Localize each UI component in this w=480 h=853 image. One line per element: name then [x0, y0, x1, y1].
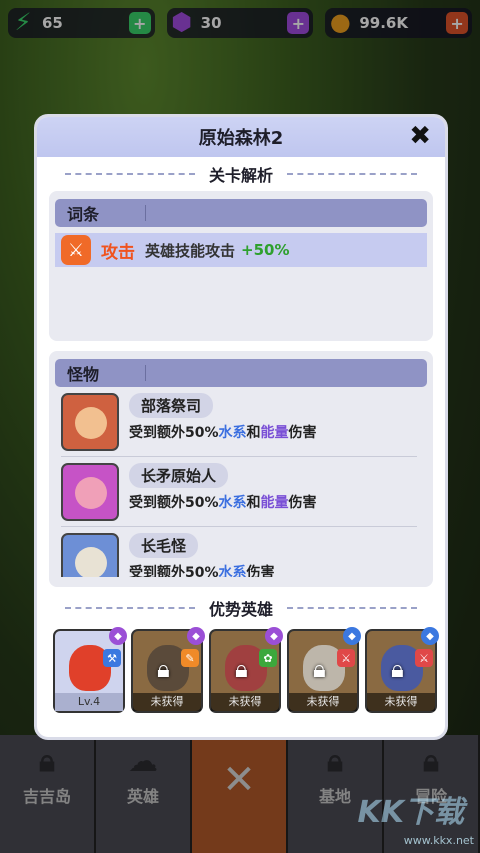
- level-info-dialog: 原始森林2 ✖ 关卡解析 词条 ⚔ 攻击 英雄技能攻击 +50% 怪物 部落祭司…: [34, 114, 448, 740]
- monster-name: 长矛原始人: [129, 463, 229, 488]
- perks-header: 词条: [55, 199, 427, 227]
- monster-portrait: [61, 393, 119, 451]
- hero-status: 未获得: [211, 693, 279, 711]
- list-item: 长矛原始人 受到额外50%水系和能量伤害: [61, 457, 417, 527]
- monster-name: 部落祭司: [129, 393, 214, 418]
- dialog-header: 原始森林2 ✖: [37, 117, 445, 157]
- hero-cards: ◆ ⚒ Lv.4 ◆ ✎ 🔒︎ 未获得 ◆ ✿ 🔒︎ 未获得 ◆ ⚔ 🔒︎ 未获…: [37, 625, 445, 713]
- list-item: 部落祭司 受到额外50%水系和能量伤害: [61, 387, 417, 457]
- perk-name: 攻击: [101, 242, 135, 263]
- hammer-icon: ⚒: [103, 649, 121, 667]
- monsters-panel: 怪物 部落祭司 受到额外50%水系和能量伤害 长矛原始人 受到额外50%水系和能…: [49, 351, 433, 587]
- hero-level: Lv.4: [55, 693, 123, 711]
- perks-header-label: 词条: [67, 205, 100, 224]
- monster-portrait: [61, 463, 119, 521]
- element-badge-icon: ◆: [109, 627, 127, 645]
- hero-status: 未获得: [289, 693, 357, 711]
- monsters-header-label: 怪物: [67, 365, 100, 384]
- hero-card[interactable]: ◆ ⚔ 🔒︎ 未获得: [287, 627, 361, 713]
- perks-panel: 词条 ⚔ 攻击 英雄技能攻击 +50%: [49, 191, 433, 341]
- divider: [64, 173, 195, 175]
- hero-status: 未获得: [367, 693, 435, 711]
- sword-icon: ⚔: [61, 235, 91, 265]
- role-icon: ✎: [181, 649, 199, 667]
- monster-desc: 受到额外50%水系伤害: [129, 565, 275, 577]
- perk-desc: 英雄技能攻击: [145, 241, 236, 260]
- advantage-heroes-label: 优势英雄: [208, 600, 273, 619]
- perk-row: ⚔ 攻击 英雄技能攻击 +50%: [55, 233, 427, 267]
- list-item: 长毛怪 受到额外50%水系伤害: [61, 527, 417, 577]
- divider: [64, 607, 195, 609]
- hero-status: 未获得: [133, 693, 201, 711]
- level-analysis-heading: 关卡解析: [37, 157, 445, 191]
- lock-icon: 🔒︎: [391, 655, 404, 683]
- hero-card[interactable]: ◆ ⚒ Lv.4: [53, 627, 127, 713]
- paw-icon: ✿: [259, 649, 277, 667]
- watermark-url: www.kkx.net: [403, 834, 474, 847]
- level-analysis-label: 关卡解析: [208, 166, 273, 185]
- monster-desc: 受到额外50%水系和能量伤害: [129, 495, 317, 511]
- divider: [287, 173, 417, 175]
- monster-list[interactable]: 部落祭司 受到额外50%水系和能量伤害 长矛原始人 受到额外50%水系和能量伤害: [55, 387, 427, 577]
- lock-icon: 🔒︎: [235, 655, 248, 683]
- element-badge-icon: ◆: [187, 627, 205, 645]
- lock-icon: 🔒︎: [157, 655, 170, 683]
- monster-portrait: [61, 533, 119, 577]
- element-badge-icon: ◆: [421, 627, 439, 645]
- lock-icon: 🔒︎: [313, 655, 326, 683]
- hero-card[interactable]: ◆ ✎ 🔒︎ 未获得: [131, 627, 205, 713]
- monster-desc: 受到额外50%水系和能量伤害: [129, 425, 317, 441]
- hero-card[interactable]: ◆ ⚔ 🔒︎ 未获得: [365, 627, 439, 713]
- watermark-logo: KK下载: [357, 795, 465, 830]
- sword-icon: ⚔: [337, 649, 355, 667]
- dialog-title: 原始森林2: [198, 128, 284, 149]
- advantage-heroes-heading: 优势英雄: [37, 591, 445, 625]
- monsters-header: 怪物: [55, 359, 427, 387]
- sword-icon: ⚔: [415, 649, 433, 667]
- close-icon[interactable]: ✖: [409, 121, 431, 151]
- element-badge-icon: ◆: [343, 627, 361, 645]
- perk-value: +50%: [241, 241, 290, 259]
- monster-name: 长毛怪: [129, 533, 199, 558]
- hero-card[interactable]: ◆ ✿ 🔒︎ 未获得: [209, 627, 283, 713]
- element-badge-icon: ◆: [265, 627, 283, 645]
- divider: [287, 607, 417, 609]
